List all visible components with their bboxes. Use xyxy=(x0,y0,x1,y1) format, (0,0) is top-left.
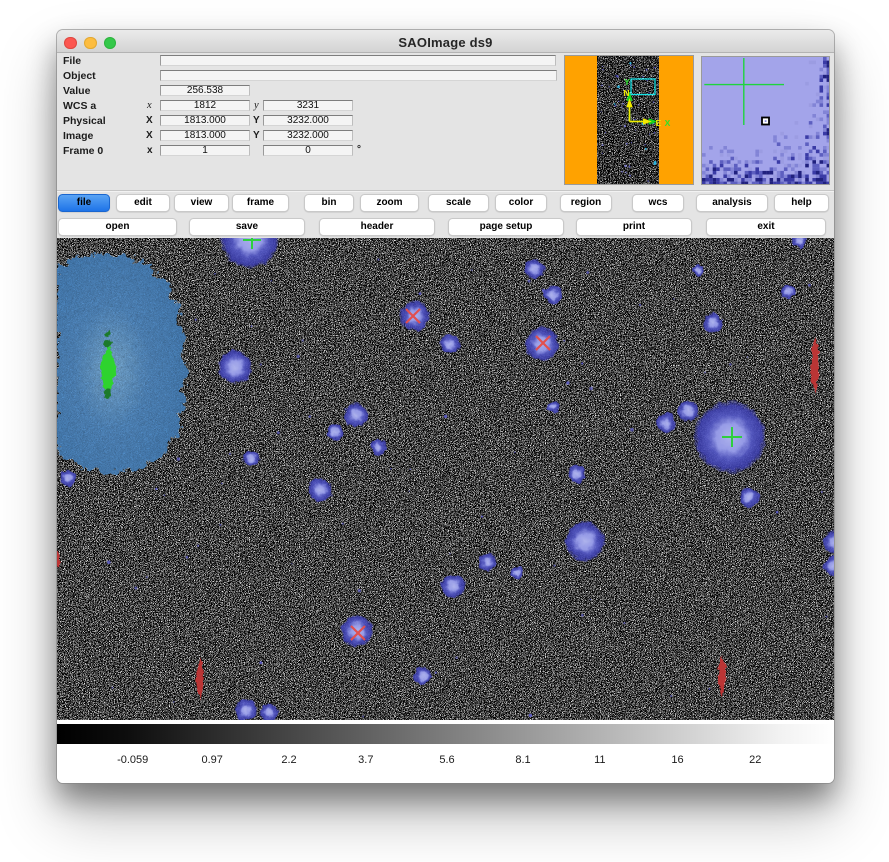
svg-text:X: X xyxy=(665,118,671,128)
svg-text:Y: Y xyxy=(624,77,630,87)
svg-text:N: N xyxy=(623,88,629,98)
svg-text:E: E xyxy=(656,118,662,128)
